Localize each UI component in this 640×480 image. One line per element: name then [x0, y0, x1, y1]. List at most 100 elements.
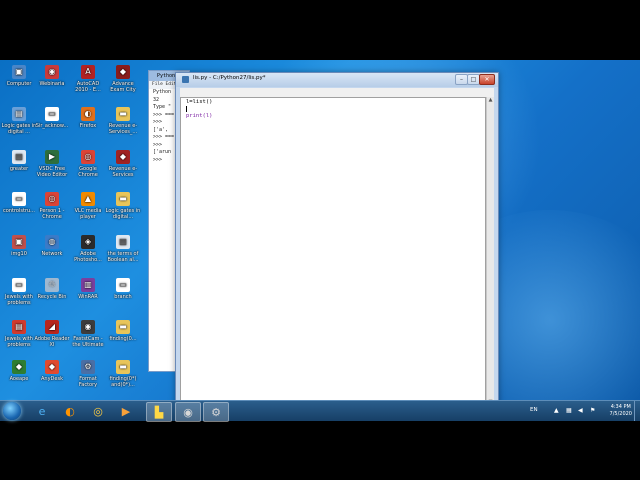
recycle-bin-icon: ♲	[45, 278, 59, 292]
desktop-icon[interactable]: ▤ the terms of Boolean al...	[105, 235, 141, 263]
volume-icon[interactable]: ◀	[578, 408, 584, 414]
taskbar-ie[interactable]: e	[30, 402, 54, 420]
arrow-up-icon[interactable]: ▲	[554, 408, 560, 414]
desktop-icon-label: Revenue e-Services	[108, 166, 138, 178]
taskbar-firefox[interactable]: ◐	[58, 402, 82, 420]
desktop-icon-label: finding(0*) and(0*)...	[109, 376, 137, 388]
faststone-icon: ◉	[81, 320, 95, 334]
desktop-icon[interactable]: ◎ Google Chrome	[70, 150, 106, 178]
desktop-icon-label: greater	[9, 166, 29, 172]
taskbar-settings[interactable]: ⚙	[203, 402, 229, 422]
desktop-icon[interactable]: ◎ Person 1 - Chrome	[34, 192, 70, 220]
desktop-icon[interactable]: ▬ Revenue e-Services_...	[105, 107, 141, 135]
desktop-icon[interactable]: ▣ img10	[1, 235, 37, 257]
desktop-icon[interactable]: ◈ Adobe Photosho...	[70, 235, 106, 263]
desktop: ▣ Computer ◉ Webinaria A AutoCAD 2010 - E... ◆…	[0, 60, 640, 420]
desktop-icon[interactable]: ◉ FaststCam - the Ultimate	[70, 320, 106, 348]
taskbar-chrome[interactable]: ◎	[86, 402, 110, 420]
desktop-icon-label: Logic gates in digital...	[105, 208, 141, 220]
desktop-icon[interactable]: ▭ Jewels with problems	[1, 278, 37, 306]
document-icon: ▤	[12, 150, 26, 164]
desktop-icon-label: Recycle Bin	[37, 294, 67, 300]
desktop-icon-label: Adobe Photosho...	[74, 251, 102, 263]
python-file-icon	[182, 76, 189, 83]
desktop-icon-label: the terms of Boolean al...	[107, 251, 139, 263]
scroll-up-icon[interactable]: ▲	[487, 97, 494, 104]
taskbar: e ◐ ◎ ▶ ▙ ◉ ⚙ EN ▲ ▦ ◀ ⚑ 4:34 PM 7/5/2020	[0, 400, 640, 422]
desktop-icon-label: AutoCAD 2010 - E...	[75, 81, 101, 93]
desktop-icon[interactable]: ▥ WinRAR	[70, 278, 106, 300]
desktop-icon[interactable]: ▬ finding(0*) and(0*)...	[105, 360, 141, 388]
code-line: l=list()	[186, 99, 213, 105]
show-desktop-button[interactable]	[634, 401, 640, 421]
pdf-icon: ▤	[12, 320, 26, 334]
document-icon: ▭	[116, 278, 130, 292]
language-indicator[interactable]: EN	[530, 407, 538, 413]
desktop-icon-label: controlstru...	[3, 208, 35, 214]
code-editor[interactable]: l=list() print(l)	[180, 97, 486, 406]
editor-window[interactable]: lis.py - C:/Python27/lis.py* – □ ✕ FileE…	[175, 72, 499, 417]
folder-icon: ▬	[116, 192, 130, 206]
desktop-icon[interactable]: ◐ Firefox	[70, 107, 106, 129]
app-icon: ◆	[12, 360, 26, 374]
desktop-icon[interactable]: ◆ Aoeape	[1, 360, 37, 382]
computer-icon: ▣	[12, 65, 26, 79]
desktop-icon[interactable]: ▭ Sir_acknow...	[34, 107, 70, 129]
desktop-icon-label: Computer	[6, 81, 32, 87]
desktop-icon-label: FaststCam - the Ultimate	[72, 336, 104, 348]
taskbar-camera[interactable]: ◉	[175, 402, 201, 422]
anydesk-icon: ◆	[45, 360, 59, 374]
webinaria-icon: ◉	[45, 65, 59, 79]
text-caret	[186, 106, 187, 112]
close-button[interactable]: ✕	[479, 74, 495, 85]
desktop-icon[interactable]: ◍ Network	[34, 235, 70, 257]
network-icon: ◍	[45, 235, 59, 249]
python-icon: ▙	[154, 405, 164, 419]
desktop-icon[interactable]: ◢ Adobe Reader XI	[34, 320, 70, 348]
desktop-icon-label: Aoeape	[9, 376, 29, 382]
desktop-icon[interactable]: ▭ controlstru...	[1, 192, 37, 214]
desktop-icon[interactable]: ▲ VLC media player	[70, 192, 106, 220]
desktop-icon-label: img10	[11, 251, 27, 257]
flag-icon[interactable]: ⚑	[590, 408, 596, 414]
desktop-icon[interactable]: ⚙ Format Factory	[70, 360, 106, 388]
taskbar-python[interactable]: ▙	[146, 402, 172, 422]
chrome-icon: ◎	[45, 192, 59, 206]
desktop-icon[interactable]: ▤ Logic gates in digital ...	[1, 107, 37, 135]
network-icon[interactable]: ▦	[566, 408, 572, 414]
desktop-icon-label: Jewels with problems	[5, 336, 33, 348]
desktop-icon[interactable]: ◆ AnyDesk	[34, 360, 70, 382]
adobe-icon: ◈	[81, 235, 95, 249]
desktop-icon[interactable]: ◆ Revenue e-Services	[105, 150, 141, 178]
media-player-icon: ▶	[121, 404, 131, 418]
desktop-icon[interactable]: ◉ Webinaria	[34, 65, 70, 87]
desktop-icon[interactable]: ▤ Jewels with problems	[1, 320, 37, 348]
vertical-scrollbar[interactable]: ▲ ▼	[486, 97, 494, 406]
vsdc-icon: ▶	[45, 150, 59, 164]
vlc-icon: ▲	[81, 192, 95, 206]
start-button[interactable]	[3, 402, 21, 420]
winrar-icon: ▥	[81, 278, 95, 292]
revenue-icon: ◆	[116, 150, 130, 164]
editor-titlebar[interactable]: lis.py - C:/Python27/lis.py* – □ ✕	[176, 73, 498, 87]
desktop-icon[interactable]: ◆ Advance Exam City	[105, 65, 141, 93]
advance-exam-icon: ◆	[116, 65, 130, 79]
image-icon: ▣	[12, 235, 26, 249]
desktop-icon-label: Firefox	[79, 123, 97, 129]
desktop-icon[interactable]: ▬ Logic gates in digital...	[105, 192, 141, 220]
desktop-icon[interactable]: ♲ Recycle Bin	[34, 278, 70, 300]
desktop-icon-label: Jewels with problems	[5, 294, 33, 306]
clock[interactable]: 4:34 PM 7/5/2020	[610, 404, 632, 418]
desktop-icon-label: branch	[114, 294, 132, 300]
desktop-icon-label: VLC media player	[74, 208, 102, 220]
chrome-icon: ◎	[93, 404, 103, 418]
desktop-icon-label: Sir_acknow...	[35, 123, 69, 129]
desktop-icon[interactable]: ▶ VSDC Free Video Editor	[34, 150, 70, 178]
desktop-icon[interactable]: ▣ Computer	[1, 65, 37, 87]
chrome-icon: ◎	[81, 150, 95, 164]
desktop-icon[interactable]: ▬ finding(0...	[105, 320, 141, 342]
desktop-icon[interactable]: A AutoCAD 2010 - E...	[70, 65, 106, 93]
desktop-icon[interactable]: ▭ branch	[105, 278, 141, 300]
taskbar-media-player[interactable]: ▶	[114, 402, 138, 420]
desktop-icon[interactable]: ▤ greater	[1, 150, 37, 172]
